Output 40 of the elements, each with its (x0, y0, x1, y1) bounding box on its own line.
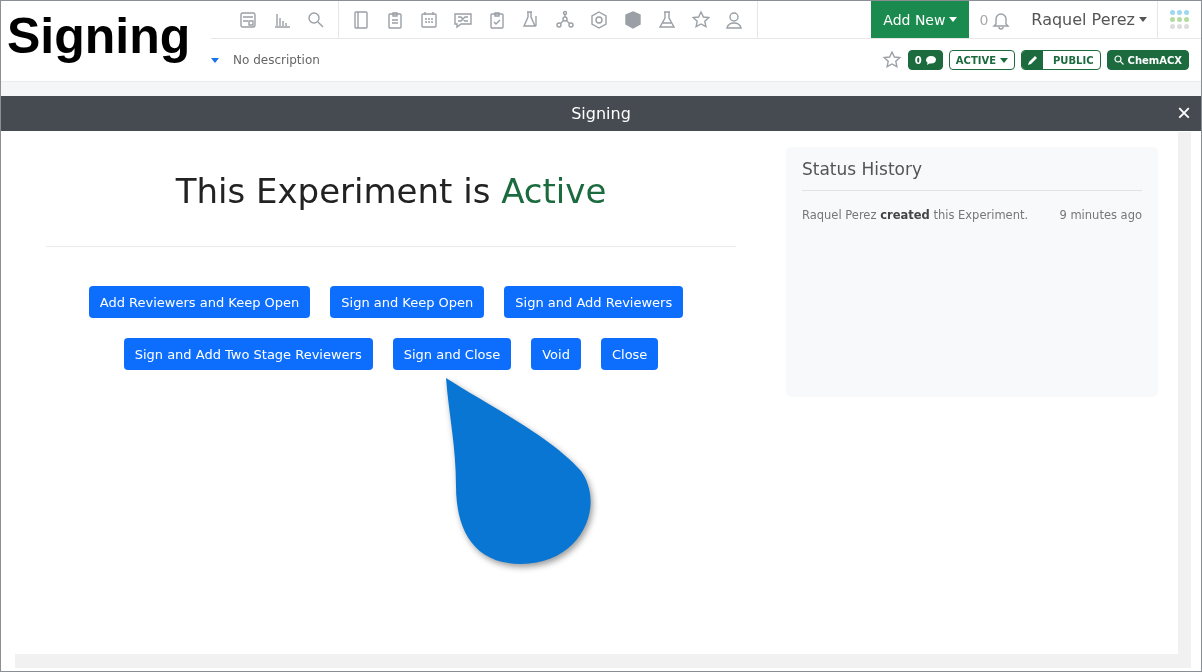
close-button[interactable]: × (1177, 100, 1191, 126)
experiment-status-heading: This Experiment is Active (46, 171, 736, 247)
status-dropdown[interactable]: ACTIVE (948, 50, 1016, 70)
comment-icon (925, 55, 936, 65)
action-button[interactable]: Void (531, 338, 581, 370)
action-button[interactable]: Add Reviewers and Keep Open (88, 286, 311, 318)
notification-count: 0 (979, 11, 989, 28)
add-new-button[interactable]: Add New (871, 1, 970, 38)
action-button[interactable]: Sign and Add Reviewers (504, 286, 684, 318)
modal-title: Signing (571, 104, 631, 123)
action-button[interactable]: Sign and Keep Open (330, 286, 485, 318)
card-title: Status History (802, 159, 1142, 191)
clipboard-icon[interactable] (385, 9, 405, 30)
visibility-button[interactable]: PUBLIC (1021, 50, 1101, 70)
pencil-icon (1027, 54, 1039, 66)
caret-icon (211, 57, 219, 63)
history-entry: Raquel Perez created this Experiment. (802, 208, 1029, 222)
comments-button[interactable]: 0 (907, 50, 943, 70)
network-icon[interactable] (555, 9, 575, 30)
favorite-star-icon[interactable] (881, 50, 902, 70)
star-icon[interactable] (691, 9, 711, 30)
action-button[interactable]: Close (600, 338, 659, 370)
search-icon (1113, 55, 1124, 65)
search-icon[interactable] (306, 9, 326, 30)
vertical-scrollbar[interactable] (1178, 132, 1191, 654)
flask-icon[interactable] (657, 9, 677, 30)
action-button[interactable]: Sign and Close (392, 338, 512, 370)
description-text: No description (233, 53, 320, 67)
caret-icon (1000, 57, 1009, 63)
timestamp: 9 minutes ago (1059, 208, 1142, 222)
report-icon[interactable] (238, 9, 258, 30)
hexagon-icon[interactable] (589, 9, 609, 30)
clipboard-check-icon[interactable] (487, 9, 507, 30)
action-button[interactable]: Sign and Add Two Stage Reviewers (123, 338, 373, 370)
caret-icon (949, 17, 958, 22)
chemacx-search-button[interactable]: ChemACX (1106, 50, 1189, 70)
caret-icon (1139, 17, 1147, 22)
notebook-icon[interactable] (351, 9, 371, 30)
calendar-icon[interactable] (419, 9, 439, 30)
user-menu[interactable]: Raquel Perez (1021, 1, 1157, 38)
